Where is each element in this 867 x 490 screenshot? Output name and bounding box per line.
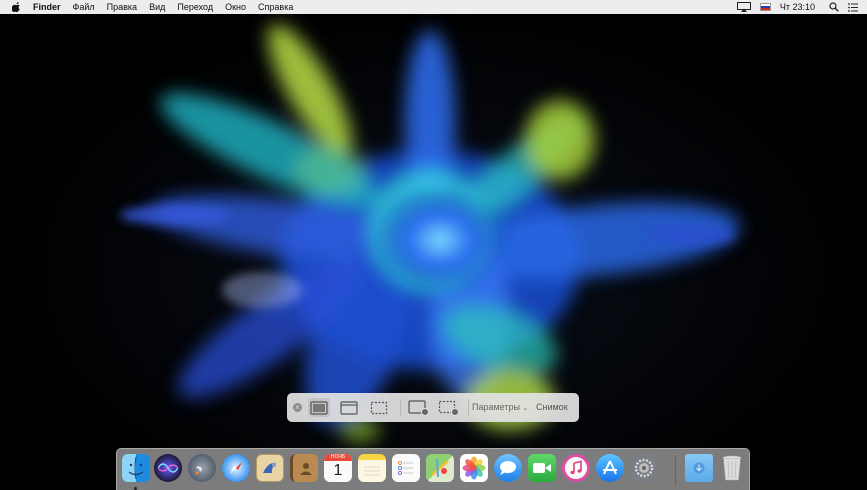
capture-button[interactable]: Снимок — [536, 402, 568, 412]
toolbar-separator — [468, 399, 469, 416]
app-store-icon[interactable] — [596, 454, 624, 482]
launchpad-icon[interactable] — [188, 454, 216, 482]
input-source-ru-flag-icon[interactable] — [759, 3, 771, 11]
airplay-display-icon[interactable] — [736, 2, 751, 12]
calendar-day: 1 — [333, 462, 343, 479]
menu-bar: Finder Файл Правка Вид Переход Окно Спра… — [0, 0, 867, 14]
notes-icon[interactable] — [358, 454, 386, 482]
reminders-icon[interactable] — [392, 454, 420, 482]
record-selection-icon[interactable] — [438, 398, 460, 417]
contacts-icon[interactable] — [290, 454, 318, 482]
menu-help[interactable]: Справка — [258, 0, 293, 14]
messages-icon[interactable] — [494, 454, 522, 482]
photos-icon[interactable] — [460, 454, 488, 482]
spotlight-search-icon[interactable] — [829, 2, 839, 12]
menu-view[interactable]: Вид — [149, 0, 165, 14]
trash-icon[interactable] — [718, 454, 746, 482]
calendar-icon[interactable]: НОЯБ 1 — [324, 454, 352, 482]
capture-window-icon[interactable] — [338, 398, 360, 417]
options-label: Параметры — [472, 402, 520, 412]
maps-icon[interactable] — [426, 454, 454, 482]
notification-center-icon[interactable] — [848, 2, 858, 12]
toolbar-separator — [400, 399, 401, 416]
safari-icon[interactable] — [222, 454, 250, 482]
chevron-down-icon: ⌄ — [522, 405, 529, 412]
dock-separator — [675, 455, 676, 485]
itunes-icon[interactable] — [562, 454, 590, 482]
close-icon[interactable]: × — [293, 403, 302, 412]
screenshot-toolbar: × Параметры ⌄ Снимок — [287, 393, 579, 422]
downloads-folder-icon[interactable] — [685, 454, 713, 482]
system-preferences-icon[interactable] — [630, 454, 658, 482]
desktop: Finder Файл Правка Вид Переход Окно Спра… — [0, 0, 867, 490]
dock: НОЯБ 1 — [116, 448, 750, 490]
menu-window[interactable]: Окно — [225, 0, 246, 14]
finder-icon[interactable] — [122, 454, 150, 482]
record-entire-screen-icon[interactable] — [408, 398, 430, 417]
menu-go[interactable]: Переход — [177, 0, 213, 14]
capture-entire-screen-icon[interactable] — [308, 398, 330, 417]
clock[interactable]: Чт 23:10 — [780, 2, 815, 12]
apple-menu-icon[interactable] — [11, 2, 21, 12]
menu-edit[interactable]: Правка — [107, 0, 137, 14]
menu-file[interactable]: Файл — [73, 0, 95, 14]
capture-selection-icon[interactable] — [368, 398, 390, 417]
siri-icon[interactable] — [154, 454, 182, 482]
calendar-month: НОЯБ — [324, 454, 352, 461]
options-menu-button[interactable]: Параметры ⌄ — [472, 402, 528, 412]
mail-icon[interactable] — [256, 454, 284, 482]
menu-app-name[interactable]: Finder — [33, 0, 61, 14]
facetime-icon[interactable] — [528, 454, 556, 482]
